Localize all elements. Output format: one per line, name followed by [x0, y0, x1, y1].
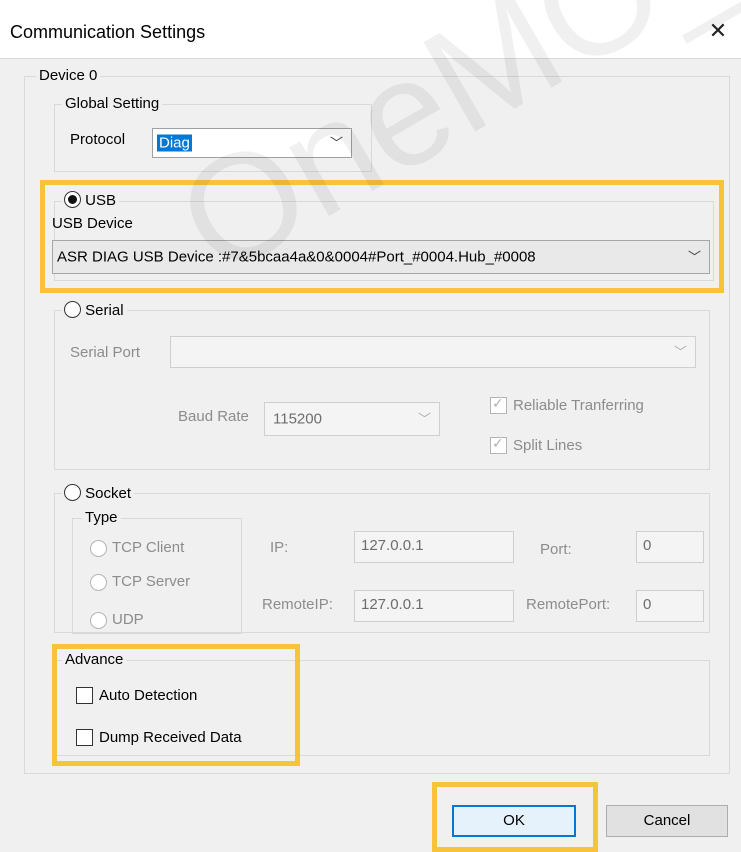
- serial-port-select[interactable]: ﹀: [170, 336, 696, 368]
- tcp-server-radio[interactable]: [90, 574, 107, 591]
- remote-ip-field[interactable]: 127.0.0.1: [354, 590, 514, 622]
- title-bar: Communication Settings ✕: [0, 0, 741, 58]
- auto-detection-label: Auto Detection: [99, 687, 198, 704]
- device-legend: Device 0: [36, 67, 101, 85]
- udp-radio[interactable]: [90, 612, 107, 629]
- usb-device-value: ASR DIAG USB Device :#7&5bcaa4a&0&0004#P…: [57, 248, 536, 266]
- serial-legend: Serial: [62, 301, 127, 320]
- global-setting-legend: Global Setting: [62, 95, 163, 113]
- dump-received-checkbox[interactable]: [76, 729, 93, 746]
- advance-legend: Advance: [62, 651, 127, 669]
- chevron-down-icon: ﹀: [417, 411, 431, 427]
- baud-rate-label: Baud Rate: [178, 408, 249, 425]
- title-divider: [0, 58, 741, 59]
- protocol-select[interactable]: Diag ﹀: [152, 128, 352, 158]
- auto-detection-checkbox[interactable]: [76, 687, 93, 704]
- socket-label: Socket: [85, 485, 132, 502]
- chevron-down-icon: ﹀: [673, 344, 687, 360]
- ip-field[interactable]: 127.0.0.1: [354, 531, 514, 563]
- usb-legend: USB: [62, 191, 120, 210]
- remote-ip-label: RemoteIP:: [262, 596, 333, 613]
- socket-legend: Socket: [62, 484, 135, 503]
- ip-label: IP:: [270, 539, 289, 556]
- socket-radio[interactable]: [64, 484, 81, 501]
- split-lines-label: Split Lines: [513, 437, 583, 454]
- serial-group: [54, 310, 710, 470]
- protocol-label: Protocol: [70, 131, 126, 148]
- baud-rate-select[interactable]: 115200 ﹀: [264, 402, 440, 436]
- socket-type-legend: Type: [82, 509, 121, 527]
- communication-settings-dialog: Communication Settings ✕ Device 0 Global…: [0, 0, 741, 852]
- remote-port-field[interactable]: 0: [636, 590, 704, 622]
- port-label: Port:: [540, 541, 572, 558]
- cancel-button[interactable]: Cancel: [606, 805, 728, 837]
- protocol-value: Diag: [157, 134, 192, 152]
- ok-button[interactable]: OK: [452, 805, 576, 837]
- serial-port-label: Serial Port: [70, 344, 141, 361]
- chevron-down-icon: ﹀: [687, 249, 701, 265]
- serial-label: Serial: [85, 302, 124, 319]
- usb-device-select[interactable]: ASR DIAG USB Device :#7&5bcaa4a&0&0004#P…: [52, 240, 710, 274]
- tcp-server-label: TCP Server: [112, 573, 191, 590]
- port-field[interactable]: 0: [636, 531, 704, 563]
- serial-radio[interactable]: [64, 301, 81, 318]
- tcp-client-radio[interactable]: [90, 540, 107, 557]
- close-icon[interactable]: ✕: [705, 18, 731, 44]
- dump-received-label: Dump Received Data: [99, 729, 242, 746]
- remote-port-label: RemotePort:: [526, 596, 611, 613]
- reliable-checkbox[interactable]: ✓: [490, 395, 507, 414]
- split-lines-checkbox[interactable]: ✓: [490, 435, 507, 454]
- usb-label: USB: [85, 192, 117, 209]
- reliable-label: Reliable Tranferring: [513, 397, 644, 414]
- usb-radio[interactable]: [64, 191, 81, 208]
- chevron-down-icon: ﹀: [329, 135, 343, 151]
- dialog-title: Communication Settings: [10, 22, 206, 42]
- tcp-client-label: TCP Client: [112, 539, 185, 556]
- udp-label: UDP: [112, 611, 144, 628]
- baud-rate-value: 115200: [273, 410, 322, 428]
- usb-device-label: USB Device: [52, 215, 133, 232]
